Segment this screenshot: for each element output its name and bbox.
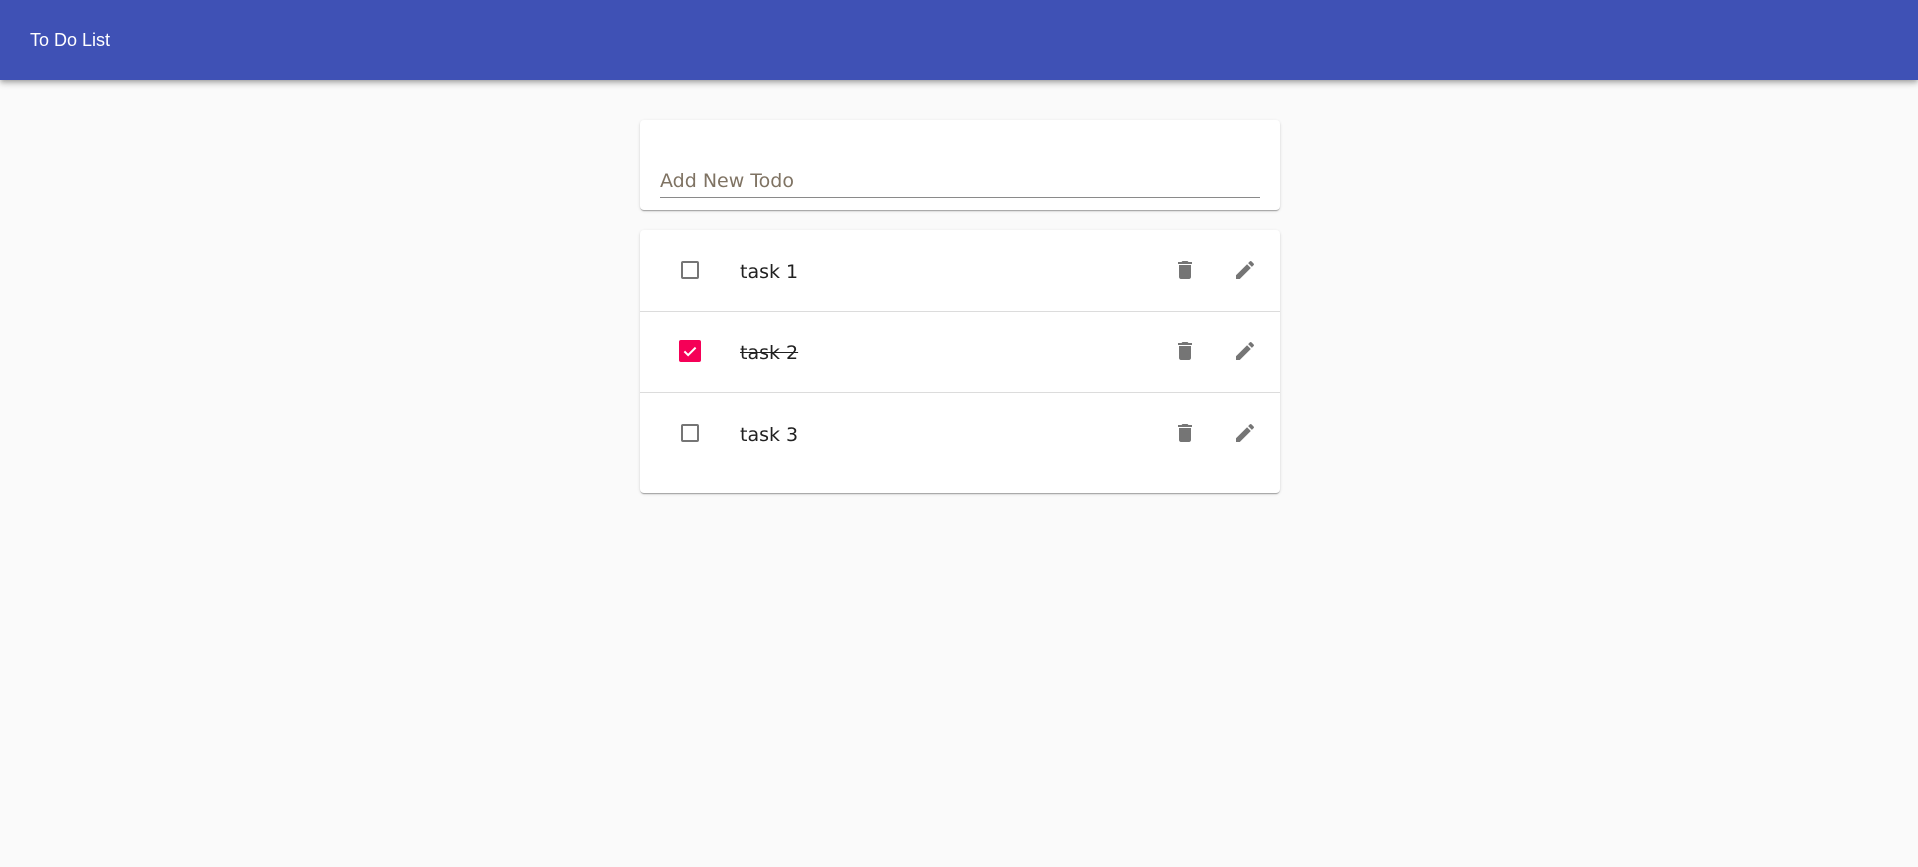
- todo-checkbox[interactable]: [678, 339, 702, 363]
- new-todo-card: [640, 120, 1280, 210]
- checkbox-box: [681, 424, 699, 442]
- edit-button[interactable]: [1225, 413, 1265, 453]
- todo-item: task 1: [640, 230, 1280, 312]
- todo-list: task 1 task 2 task 3: [640, 230, 1280, 493]
- pencil-icon: [1236, 423, 1255, 442]
- todo-checkbox[interactable]: [678, 421, 702, 445]
- todo-label: task 3: [740, 424, 799, 446]
- app-bar: To Do List: [0, 0, 1918, 80]
- delete-button[interactable]: [1165, 250, 1205, 290]
- trash-icon: [1178, 261, 1192, 279]
- checkbox-box: [679, 340, 701, 362]
- todo-label: task 2: [740, 342, 799, 364]
- todo-label: task 1: [740, 261, 799, 283]
- todo-checkbox[interactable]: [678, 258, 702, 282]
- todo-item: task 2: [640, 311, 1280, 393]
- edit-button[interactable]: [1225, 331, 1265, 371]
- checkmark-icon: [683, 346, 697, 357]
- new-todo-input[interactable]: [660, 165, 1260, 198]
- app-title: To Do List: [30, 30, 111, 50]
- delete-button[interactable]: [1165, 331, 1205, 371]
- checkbox-box: [681, 261, 699, 279]
- edit-button[interactable]: [1225, 250, 1265, 290]
- delete-button[interactable]: [1165, 413, 1205, 453]
- todo-item: task 3: [640, 392, 1280, 473]
- trash-icon: [1178, 342, 1192, 360]
- trash-icon: [1178, 424, 1192, 442]
- pencil-icon: [1236, 341, 1255, 360]
- pencil-icon: [1236, 260, 1255, 279]
